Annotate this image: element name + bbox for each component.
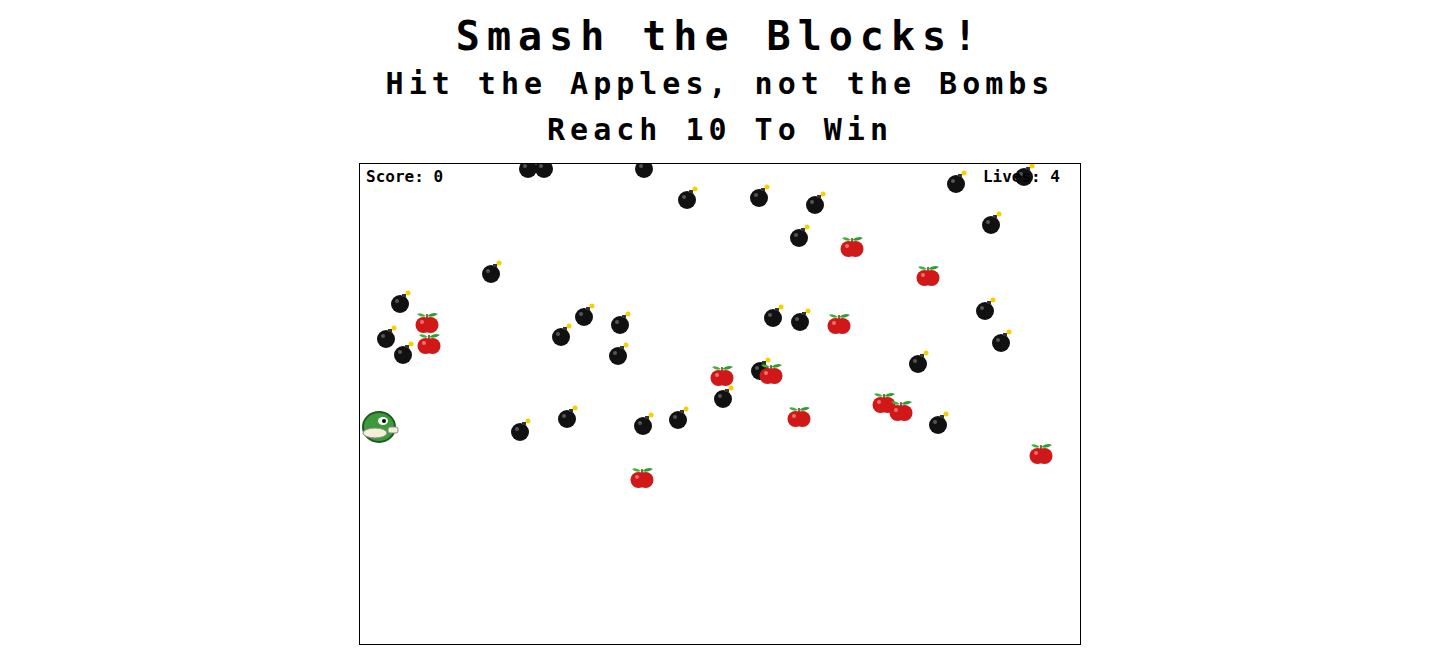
bomb xyxy=(609,311,633,335)
bomb xyxy=(788,224,812,248)
bomb-icon xyxy=(788,224,812,248)
bomb-icon xyxy=(974,297,998,321)
game-title: Smash the Blocks! xyxy=(456,12,984,60)
bomb xyxy=(907,350,931,374)
apple-icon xyxy=(839,233,865,259)
apple xyxy=(839,233,865,259)
game-canvas[interactable]: Score: 0 Lives: 4 xyxy=(359,163,1081,645)
bomb xyxy=(633,163,657,179)
apple-icon xyxy=(888,397,914,423)
bomb xyxy=(556,405,580,429)
bomb xyxy=(389,290,413,314)
bomb xyxy=(573,303,597,327)
bomb xyxy=(533,163,557,179)
bomb xyxy=(480,260,504,284)
score-label: Score: 0 xyxy=(366,167,443,187)
bomb xyxy=(667,406,691,430)
apple xyxy=(888,397,914,423)
apple-icon xyxy=(1028,440,1054,466)
bomb-icon xyxy=(748,184,772,208)
apple-icon xyxy=(416,330,442,356)
bomb-icon xyxy=(609,311,633,335)
bomb-icon xyxy=(712,385,736,409)
bomb-icon xyxy=(632,412,656,436)
apple xyxy=(758,360,784,386)
bomb xyxy=(712,385,736,409)
duck-player-icon[interactable] xyxy=(361,409,401,445)
bomb xyxy=(676,186,700,210)
bomb xyxy=(632,412,656,436)
bomb xyxy=(762,304,786,328)
bomb xyxy=(789,308,813,332)
apple xyxy=(416,330,442,356)
bomb xyxy=(509,418,533,442)
bomb-icon xyxy=(980,211,1004,235)
apple-icon xyxy=(629,464,655,490)
bomb xyxy=(607,342,631,366)
bomb-icon xyxy=(550,323,574,347)
bomb-icon xyxy=(480,260,504,284)
bomb-icon xyxy=(667,406,691,430)
bomb-icon xyxy=(573,303,597,327)
bomb xyxy=(550,323,574,347)
bomb-icon xyxy=(633,163,657,179)
apple xyxy=(629,464,655,490)
apple xyxy=(1028,440,1054,466)
bomb xyxy=(804,191,828,215)
apple xyxy=(786,403,812,429)
bomb xyxy=(974,297,998,321)
apple-icon xyxy=(758,360,784,386)
bomb xyxy=(375,325,399,349)
bomb-icon xyxy=(676,186,700,210)
apple-icon xyxy=(786,403,812,429)
apple-icon xyxy=(709,362,735,388)
bomb-icon xyxy=(389,290,413,314)
bomb-icon xyxy=(927,411,951,435)
bomb xyxy=(980,211,1004,235)
game-subtitle: Hit the Apples, not the Bombs xyxy=(386,60,1055,108)
apple-icon xyxy=(826,310,852,336)
apple-icon xyxy=(915,262,941,288)
bomb-icon xyxy=(392,341,416,365)
lives-label: Lives: 4 xyxy=(983,167,1060,187)
bomb-icon xyxy=(375,325,399,349)
apple xyxy=(826,310,852,336)
apple xyxy=(709,362,735,388)
bomb-icon xyxy=(556,405,580,429)
bomb xyxy=(990,329,1014,353)
apple xyxy=(915,262,941,288)
apple xyxy=(414,309,440,335)
bomb-icon xyxy=(789,308,813,332)
bomb-icon xyxy=(804,191,828,215)
game-page: Smash the Blocks!Hit the Apples, not the… xyxy=(0,0,1440,661)
apple-icon xyxy=(414,309,440,335)
game-goal: Reach 10 To Win xyxy=(547,108,893,152)
bomb-icon xyxy=(533,163,557,179)
player[interactable] xyxy=(361,409,401,445)
bomb xyxy=(927,411,951,435)
bomb-icon xyxy=(990,329,1014,353)
bomb-icon xyxy=(509,418,533,442)
bomb xyxy=(392,341,416,365)
bomb-icon xyxy=(907,350,931,374)
bomb-icon xyxy=(945,170,969,194)
bomb-icon xyxy=(607,342,631,366)
bomb xyxy=(748,184,772,208)
bomb-icon xyxy=(762,304,786,328)
bomb xyxy=(945,170,969,194)
